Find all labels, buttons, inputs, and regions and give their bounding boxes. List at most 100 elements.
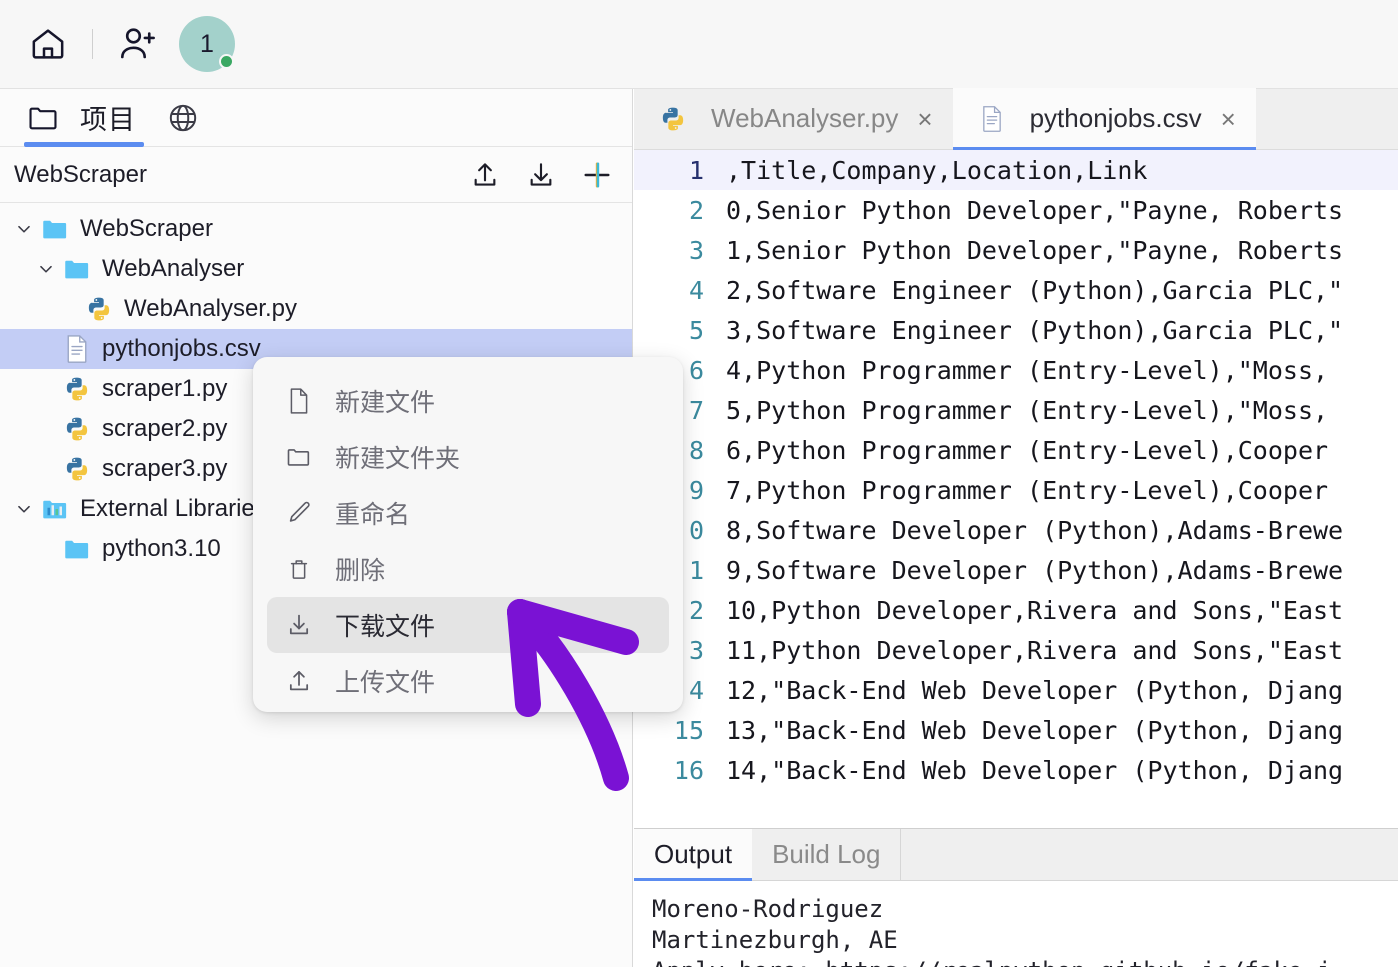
line-number: 15	[673, 715, 704, 745]
code-line: 6 4,Python Programmer (Entry-Level),"Moss…	[634, 350, 1398, 390]
context-menu-item-rename[interactable]: 重命名	[267, 485, 669, 541]
line-text: 0,Senior Python Developer,"Payne, Robert…	[726, 195, 1344, 225]
line-text: 3,Software Engineer (Python),Garcia PLC,…	[726, 315, 1344, 345]
tab-browser[interactable]	[150, 89, 224, 147]
line-number: 4	[688, 275, 704, 305]
context-menu-item-label: 新建文件夹	[335, 445, 461, 473]
code-line: 9 7,Python Programmer (Entry-Level),Coope…	[634, 470, 1398, 510]
editor-tab-label: pythonjobs.csv	[1029, 103, 1202, 133]
sidebar-header: WebScraper	[0, 147, 632, 203]
add-user-icon[interactable]	[111, 18, 163, 70]
line-number: 3	[688, 235, 704, 265]
python-file-icon	[60, 415, 94, 443]
top-app-bar: 1	[0, 0, 1398, 89]
code-line: 4 12,"Back-End Web Developer (Python, Dja…	[634, 670, 1398, 710]
tab-project[interactable]: 项目	[18, 89, 150, 147]
python-file-icon	[656, 105, 690, 133]
chevron-down-icon[interactable]	[32, 258, 60, 280]
line-number: 16	[673, 755, 704, 785]
context-menu-item-download[interactable]: 下载文件	[267, 597, 669, 653]
line-text: ,Title,Company,Location,Link	[726, 155, 1148, 185]
editor-tab-webanalyser-py[interactable]: WebAnalyser.py ×	[634, 88, 953, 149]
globe-icon	[166, 100, 200, 136]
output-line: Apply here: https://realpython.github.io…	[652, 956, 1398, 967]
tree-item-label: WebAnalyser	[102, 255, 245, 282]
line-text: 5,Python Programmer (Entry-Level),"Moss,	[726, 395, 1329, 425]
code-line: 4 2,Software Engineer (Python),Garcia PLC…	[634, 270, 1398, 310]
code-line: 15 13,"Back-End Web Developer (Python, Dj…	[634, 710, 1398, 750]
close-icon[interactable]: ×	[1221, 106, 1236, 132]
download-icon	[285, 611, 313, 639]
context-menu-item-label: 新建文件	[335, 389, 436, 417]
code-line: 3 11,Python Developer,Rivera and Sons,"Ea…	[634, 630, 1398, 670]
code-line: 2 10,Python Developer,Rivera and Sons,"Ea…	[634, 590, 1398, 630]
csv-file-icon	[975, 105, 1009, 133]
line-text: 13,"Back-End Web Developer (Python, Djan…	[726, 715, 1344, 745]
file-context-menu: 新建文件新建文件夹重命名删除下载文件上传文件	[253, 357, 683, 712]
external-libraries-icon	[38, 494, 72, 524]
editor-pane: WebAnalyser.py × pythonjobs.csv × 1 ,Titl…	[634, 88, 1398, 967]
context-menu-item-new-folder[interactable]: 新建文件夹	[267, 429, 669, 485]
line-text: 1,Senior Python Developer,"Payne, Robert…	[726, 235, 1344, 265]
close-icon[interactable]: ×	[917, 106, 932, 132]
code-line: 2 0,Senior Python Developer,"Payne, Rober…	[634, 190, 1398, 230]
folder-icon	[60, 254, 94, 284]
folder-icon	[26, 101, 60, 135]
context-menu-item-new-file[interactable]: 新建文件	[267, 373, 669, 429]
tree-item-label: scraper2.py	[102, 415, 228, 442]
tab-output[interactable]: Output	[634, 829, 753, 881]
new-file-icon	[285, 387, 313, 415]
context-menu-item-label: 下载文件	[335, 613, 436, 641]
line-text: 2,Software Engineer (Python),Garcia PLC,…	[726, 275, 1344, 305]
tree-item-label: scraper3.py	[102, 455, 228, 482]
line-text: 12,"Back-End Web Developer (Python, Djan…	[726, 675, 1344, 705]
upload-icon[interactable]	[468, 158, 502, 192]
code-line: 5 3,Software Engineer (Python),Garcia PLC…	[634, 310, 1398, 350]
code-line: 1 9,Software Developer (Python),Adams-Bre…	[634, 550, 1398, 590]
editor-tab-pythonjobs-csv[interactable]: pythonjobs.csv ×	[952, 88, 1256, 150]
code-viewer[interactable]: 1 ,Title,Company,Location,Link 2 0,Senior P…	[634, 150, 1398, 828]
line-number: 2	[688, 195, 704, 225]
download-icon[interactable]	[524, 158, 558, 192]
tab-build-log[interactable]: Build Log	[752, 829, 900, 880]
code-line: 3 1,Senior Python Developer,"Payne, Rober…	[634, 230, 1398, 270]
app-root: 1 项目 WebScraper WebScraper WebAnalyser W…	[0, 0, 1398, 967]
avatar[interactable]: 1	[179, 16, 235, 72]
context-menu-item-label: 删除	[335, 557, 386, 585]
output-panel: Output Build Log Moreno-Rodriguez Martine…	[634, 828, 1398, 967]
project-name: WebScraper	[14, 160, 147, 188]
tree-item-webanalyser-py[interactable]: WebAnalyser.py	[0, 289, 632, 329]
csv-file-icon	[60, 334, 94, 364]
context-menu-item-upload[interactable]: 上传文件	[267, 653, 669, 709]
upload-icon	[285, 667, 313, 695]
line-text: 4,Python Programmer (Entry-Level),"Moss,	[726, 355, 1329, 385]
editor-tab-label: WebAnalyser.py	[711, 103, 899, 133]
home-icon[interactable]	[22, 18, 74, 70]
tree-item-label: pythonjobs.csv	[102, 335, 261, 362]
tree-item-label: WebAnalyser.py	[124, 295, 297, 322]
sidebar-tabbar: 项目	[0, 89, 632, 147]
chevron-down-icon[interactable]	[10, 218, 38, 240]
code-line: 1 ,Title,Company,Location,Link	[634, 150, 1398, 190]
online-status-dot	[219, 54, 234, 69]
chevron-down-icon[interactable]	[10, 498, 38, 520]
context-menu-item-delete[interactable]: 删除	[267, 541, 669, 597]
line-text: 7,Python Programmer (Entry-Level),Cooper	[726, 475, 1329, 505]
tree-item-webscraper[interactable]: WebScraper	[0, 209, 632, 249]
code-line: 7 5,Python Programmer (Entry-Level),"Moss…	[634, 390, 1398, 430]
new-folder-icon	[285, 443, 313, 471]
tree-item-webanalyser[interactable]: WebAnalyser	[0, 249, 632, 289]
tab-project-label: 项目	[80, 105, 136, 135]
plus-icon[interactable]	[580, 158, 614, 192]
output-line: Moreno-Rodriguez	[652, 895, 884, 923]
line-text: 9,Software Developer (Python),Adams-Brew…	[726, 555, 1344, 585]
tree-item-label: python3.10	[102, 535, 221, 562]
line-number: 1	[688, 155, 704, 185]
toolbar-divider	[92, 29, 93, 59]
tree-item-label: WebScraper	[80, 215, 213, 242]
output-line: Martinezburgh, AE	[652, 926, 898, 954]
line-text: 14,"Back-End Web Developer (Python, Djan…	[726, 755, 1344, 785]
code-line: 16 14,"Back-End Web Developer (Python, Dj…	[634, 750, 1398, 790]
line-number: 5	[688, 315, 704, 345]
editor-tabbar: WebAnalyser.py × pythonjobs.csv ×	[634, 88, 1398, 150]
